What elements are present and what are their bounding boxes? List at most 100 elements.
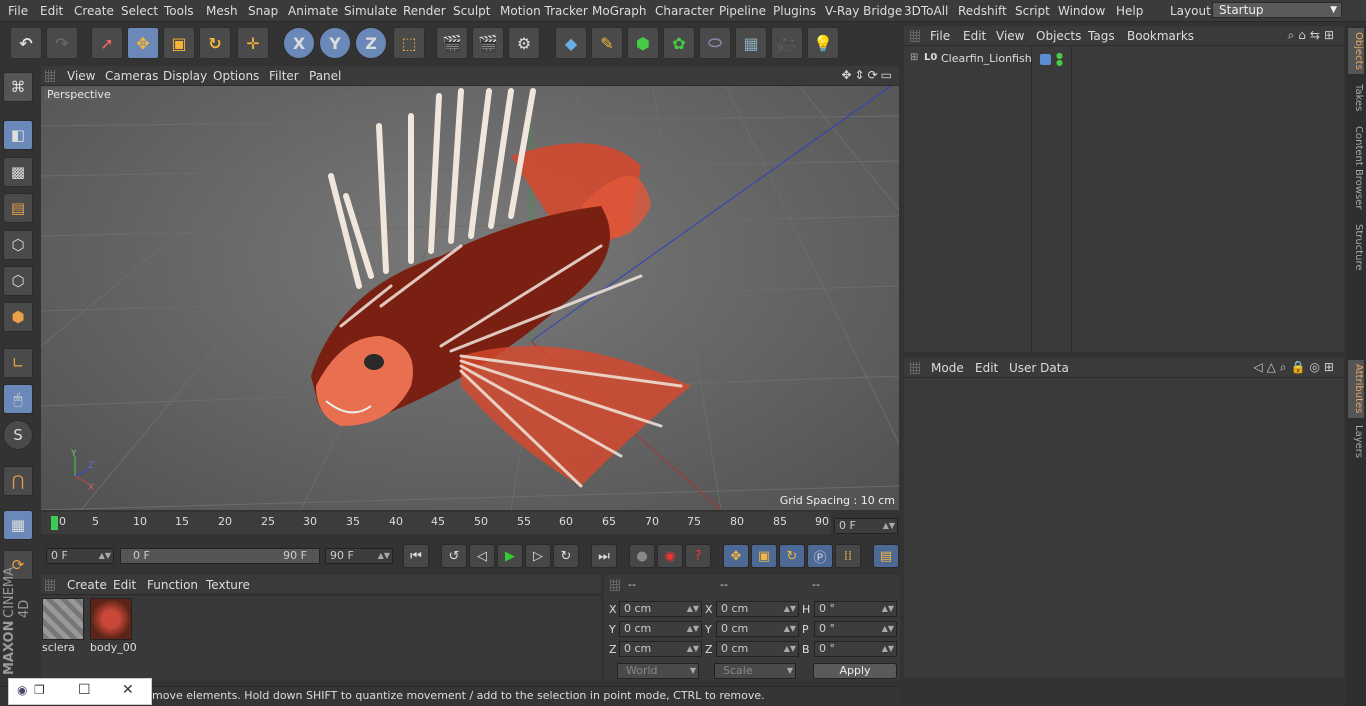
material-menu-function[interactable]: Function xyxy=(147,578,198,592)
end-frame-field[interactable]: 90 F ▲▼ xyxy=(325,548,393,564)
object-row[interactable]: ⊞ L0 Clearfin_Lionfish ● ● xyxy=(908,52,1344,68)
lionfish-model[interactable] xyxy=(311,88,691,488)
menu-render[interactable]: Render xyxy=(403,4,446,18)
solo-icon[interactable]: S xyxy=(3,420,33,450)
subdivision-icon[interactable]: ⬢ xyxy=(627,27,659,59)
position-z-field[interactable]: 0 cm ▲▼ xyxy=(619,641,702,657)
menu-snap[interactable]: Snap xyxy=(248,4,278,18)
timeline-ruler[interactable]: 0 5 10 15 20 25 30 35 40 45 50 55 60 65 … xyxy=(41,512,831,534)
attribute-menu-user-data[interactable]: User Data xyxy=(1009,361,1069,375)
make-editable-icon[interactable]: ⌘ xyxy=(3,72,33,102)
object-menu-objects[interactable]: Objects xyxy=(1036,29,1081,43)
go-to-start-button[interactable]: ⏮ xyxy=(403,544,429,568)
menu-window[interactable]: Window xyxy=(1058,4,1105,18)
attribute-menu-mode[interactable]: Mode xyxy=(931,361,964,375)
key-scale-icon[interactable]: ▣ xyxy=(751,544,777,568)
menu-file[interactable]: File xyxy=(8,4,28,18)
viewport-menu-view[interactable]: View xyxy=(67,69,95,83)
menu-animate[interactable]: Animate xyxy=(288,4,338,18)
object-menu-edit[interactable]: Edit xyxy=(963,29,986,43)
redo-icon[interactable]: ↷ xyxy=(46,27,78,59)
menu-mesh[interactable]: Mesh xyxy=(206,4,238,18)
previous-key-button[interactable]: ↺ xyxy=(441,544,467,568)
z-axis-lock-button[interactable]: Z xyxy=(355,27,387,59)
object-menu-view[interactable]: View xyxy=(996,29,1024,43)
material-menu-create[interactable]: Create xyxy=(67,578,107,592)
render-view-icon[interactable]: 🎬 xyxy=(436,27,468,59)
render-settings-icon[interactable]: ⚙ xyxy=(508,27,540,59)
size-y-field[interactable]: 0 cm ▲▼ xyxy=(716,621,799,637)
tab-layers[interactable]: Layers xyxy=(1348,424,1364,460)
menu-help[interactable]: Help xyxy=(1116,4,1143,18)
pen-icon[interactable]: ✎ xyxy=(591,27,623,59)
x-axis-lock-button[interactable]: X xyxy=(283,27,315,59)
deformer-icon[interactable]: ⬭ xyxy=(699,27,731,59)
viewport-menu-display[interactable]: Display xyxy=(163,69,207,83)
go-to-end-button[interactable]: ⏭ xyxy=(591,544,617,568)
next-key-button[interactable]: ↻ xyxy=(553,544,579,568)
menu-create[interactable]: Create xyxy=(74,4,114,18)
menu-character[interactable]: Character xyxy=(655,4,714,18)
attribute-panel-tools-icons[interactable]: ◁△⌕🔒◎⊞ xyxy=(1253,360,1338,375)
timeline-window-icon[interactable]: ▤ xyxy=(873,544,899,568)
material-item[interactable]: sclera xyxy=(42,598,86,656)
viewport-menu-cameras[interactable]: Cameras xyxy=(105,69,158,83)
keyframe-selection-icon[interactable]: ? xyxy=(685,544,711,568)
snap-magnet-icon[interactable]: ⋂ xyxy=(3,466,33,496)
play-button[interactable]: ▶ xyxy=(497,544,523,568)
viewport-menu-filter[interactable]: Filter xyxy=(269,69,299,83)
autokey-button[interactable]: ◉ xyxy=(657,544,683,568)
key-position-icon[interactable]: ✥ xyxy=(723,544,749,568)
menu-plugins[interactable]: Plugins xyxy=(773,4,816,18)
frame-range-slider[interactable]: 0 F 90 F xyxy=(120,548,320,564)
scale-tool-icon[interactable]: ▣ xyxy=(163,27,195,59)
menu-sculpt[interactable]: Sculpt xyxy=(453,4,490,18)
record-keys-button[interactable]: ● xyxy=(629,544,655,568)
tab-structure[interactable]: Structure xyxy=(1348,222,1364,272)
start-frame-field[interactable]: 0 F ▲▼ xyxy=(46,548,114,564)
viewport-menu-options[interactable]: Options xyxy=(213,69,259,83)
rotation-p-field[interactable]: 0 ° ▲▼ xyxy=(814,621,897,637)
coordinate-system-icon[interactable]: ⬚ xyxy=(393,27,425,59)
tab-content-browser[interactable]: Content Browser xyxy=(1348,122,1364,214)
layer-color-icon[interactable] xyxy=(1040,54,1051,65)
object-menu-tags[interactable]: Tags xyxy=(1088,29,1115,43)
size-mode-dropdown[interactable]: Scale ▼ xyxy=(714,663,796,679)
expand-icon[interactable]: ⊞ xyxy=(910,52,918,63)
edges-mode-icon[interactable]: ⬡ xyxy=(3,266,33,296)
tab-objects[interactable]: Objects xyxy=(1348,28,1364,74)
y-axis-lock-button[interactable]: Y xyxy=(319,27,351,59)
undo-icon[interactable]: ↶ xyxy=(10,27,42,59)
attribute-menu-edit[interactable]: Edit xyxy=(975,361,998,375)
object-panel-tools-icons[interactable]: ⌕⌂⇆⊞ xyxy=(1288,28,1338,43)
transform-tool-icon[interactable]: ✛ xyxy=(237,27,269,59)
current-frame-field[interactable]: 0 F ▲▼ xyxy=(834,518,898,534)
size-x-field[interactable]: 0 cm ▲▼ xyxy=(716,601,799,617)
menu-mograph[interactable]: MoGraph xyxy=(592,4,647,18)
floor-icon[interactable]: ▦ xyxy=(735,27,767,59)
cloner-icon[interactable]: ✿ xyxy=(663,27,695,59)
close-icon[interactable]: ✕ xyxy=(122,682,134,698)
tab-takes[interactable]: Takes xyxy=(1348,80,1364,116)
menu-select[interactable]: Select xyxy=(121,4,158,18)
menu-redshift[interactable]: Redshift xyxy=(958,4,1007,18)
model-mode-icon[interactable]: ◧ xyxy=(3,120,33,150)
render-picture-viewer-icon[interactable]: 🎬 xyxy=(472,27,504,59)
key-pla-icon[interactable]: ⁞⁞ xyxy=(835,544,861,568)
menu-vray-bridge[interactable]: V-Ray Bridge xyxy=(825,4,902,18)
object-menu-file[interactable]: File xyxy=(930,29,950,43)
viewport-nav-icons[interactable]: ✥⇕⟳▭ xyxy=(841,68,895,82)
object-name[interactable]: Clearfin_Lionfish xyxy=(941,52,1032,65)
next-frame-button[interactable]: ▷ xyxy=(525,544,551,568)
polygons-mode-icon[interactable]: ⬢ xyxy=(3,302,33,332)
key-parameter-icon[interactable]: Ⓟ xyxy=(807,544,833,568)
rotation-h-field[interactable]: 0 ° ▲▼ xyxy=(814,601,897,617)
position-x-field[interactable]: 0 cm ▲▼ xyxy=(619,601,702,617)
layout-dropdown[interactable]: Startup ▼ xyxy=(1212,2,1342,18)
tweak-mode-icon[interactable]: 🖱 xyxy=(3,384,33,414)
viewport-menu-panel[interactable]: Panel xyxy=(309,69,341,83)
light-icon[interactable]: 💡 xyxy=(807,27,839,59)
material-menu-texture[interactable]: Texture xyxy=(206,578,250,592)
menu-edit[interactable]: Edit xyxy=(40,4,63,18)
3d-viewport[interactable]: Y Z X Perspective Grid Spacing : 10 cm xyxy=(41,86,899,510)
